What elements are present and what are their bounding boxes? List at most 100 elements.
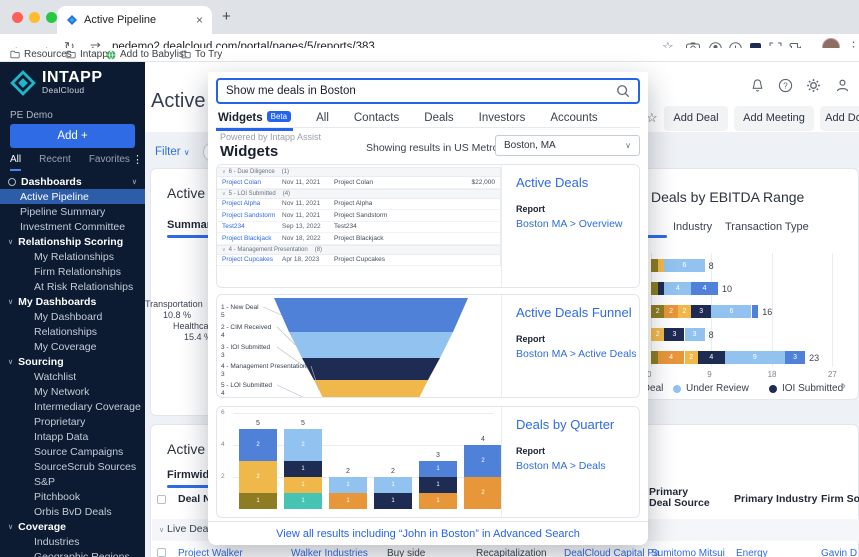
bar-segment[interactable] bbox=[651, 282, 658, 295]
filter-button[interactable]: Filter ∨ bbox=[155, 146, 190, 158]
row-checkbox[interactable] bbox=[157, 548, 166, 557]
search-tab-deals[interactable]: Deals bbox=[422, 112, 455, 128]
bar-segment[interactable]: 1 bbox=[419, 493, 457, 509]
sidebar-item-source-campaigns[interactable]: Source Campaigns bbox=[0, 444, 145, 459]
sidebar-tab-recent[interactable]: Recent bbox=[39, 154, 71, 171]
cell-primary-deal-source[interactable]: Sumitomo Mitsui bbox=[651, 548, 725, 557]
bar-segment[interactable] bbox=[651, 351, 658, 364]
sidebar-item-my-network[interactable]: My Network bbox=[0, 384, 145, 399]
legend-item-ioi-submitted[interactable]: IOI Submitted bbox=[769, 383, 843, 394]
cell-firm-source[interactable]: Gavin D bbox=[821, 548, 857, 557]
bar-segment[interactable]: 4 bbox=[664, 282, 692, 295]
add-button[interactable]: Add + bbox=[10, 124, 135, 148]
deal-link[interactable]: Project Colan bbox=[222, 179, 282, 186]
search-tab-contacts[interactable]: Contacts bbox=[352, 112, 401, 128]
search-tab-all[interactable]: All bbox=[314, 112, 331, 128]
bar-segment[interactable]: 4 bbox=[657, 351, 685, 364]
add-docs-button[interactable]: Add Docs bbox=[820, 106, 859, 131]
search-icon[interactable] bbox=[616, 84, 630, 98]
metro-area-select[interactable]: Boston, MA ∨ bbox=[495, 135, 640, 156]
report-breadcrumb-link[interactable]: Boston MA > Deals bbox=[516, 460, 639, 472]
deal-row[interactable]: Project Sandstorm Nov 11, 2021 Project San… bbox=[217, 210, 500, 222]
deal-row[interactable]: Project Cupcakes Apr 18, 2023 Project Cupc… bbox=[217, 255, 500, 266]
cell-company[interactable]: Walker Industries bbox=[291, 548, 368, 557]
sidebar-item-sourcing[interactable]: ∨ Sourcing bbox=[0, 354, 145, 369]
bar-segment[interactable] bbox=[657, 259, 665, 272]
bookmark-add-to-babylist[interactable]: Add to Babylist bbox=[106, 49, 187, 60]
table-group-header[interactable]: ∨ 6 - Due Diligence (1) bbox=[217, 167, 500, 177]
report-breadcrumb-link[interactable]: Boston MA > Overview bbox=[516, 218, 639, 230]
deal-link[interactable]: Project Sandstorm bbox=[222, 212, 282, 219]
sidebar-item-intapp-data[interactable]: Intapp Data bbox=[0, 429, 145, 444]
notifications-bell-icon[interactable] bbox=[750, 78, 765, 93]
search-tab-widgets[interactable]: Widgets Beta bbox=[216, 111, 294, 131]
bar-segment[interactable]: 2 bbox=[677, 305, 692, 318]
chevron-right-icon[interactable]: › bbox=[841, 377, 846, 394]
bookmark-resources[interactable]: Resources bbox=[10, 49, 72, 60]
mac-close-icon[interactable] bbox=[12, 12, 23, 23]
bar-segment[interactable]: 2 bbox=[664, 305, 678, 318]
bar-segment[interactable]: 2 bbox=[464, 445, 502, 477]
deal-link[interactable]: Project Blackjack bbox=[222, 235, 282, 242]
brand-logo[interactable]: INTAPP DealCloud bbox=[10, 70, 102, 96]
add-deal-button[interactable]: Add Deal bbox=[664, 106, 728, 131]
tab-close-icon[interactable]: × bbox=[196, 13, 203, 27]
bar-segment[interactable]: 3 bbox=[785, 351, 806, 364]
deal-link[interactable]: Project Cupcakes bbox=[222, 256, 282, 263]
mac-minimize-icon[interactable] bbox=[29, 12, 40, 23]
funnel-segment[interactable] bbox=[289, 332, 453, 358]
funnel-segment[interactable] bbox=[274, 298, 468, 332]
search-input[interactable]: Show me deals in Boston bbox=[216, 78, 640, 104]
widget-title-link[interactable]: Deals by Quarter bbox=[516, 417, 639, 432]
funnel-segment[interactable] bbox=[302, 358, 440, 380]
bar-segment[interactable]: 2 bbox=[684, 351, 698, 364]
select-all-checkbox[interactable] bbox=[157, 495, 166, 504]
bar-segment[interactable]: 3 bbox=[664, 328, 685, 341]
cell-deal-name[interactable]: Project Walker bbox=[178, 548, 243, 557]
widget-card-active-deals[interactable]: ∨ 6 - Due Diligence (1) Project Colan Nov 11… bbox=[216, 164, 640, 288]
widget-card-funnel[interactable]: 1 - New Deal 5 2 - CIM Received 4 3 - IOI Su… bbox=[216, 294, 640, 398]
bookmark-to-try[interactable]: To Try bbox=[181, 49, 222, 60]
bar-segment[interactable]: 1 bbox=[284, 493, 322, 509]
table-group-header[interactable]: ∨ 5 - LOI Submitted (4) bbox=[217, 188, 500, 199]
bar-segment[interactable]: 9 bbox=[724, 351, 785, 364]
bar-segment[interactable]: 1 bbox=[374, 477, 412, 493]
search-tab-accounts[interactable]: Accounts bbox=[548, 112, 599, 128]
new-tab-button[interactable]: + bbox=[222, 8, 231, 25]
sidebar-item-watchlist[interactable]: Watchlist bbox=[0, 369, 145, 384]
sidebar-item-industries[interactable]: Industries bbox=[0, 534, 145, 549]
sidebar-item-investment-committee[interactable]: Investment Committee bbox=[0, 219, 145, 234]
report-breadcrumb-link[interactable]: Boston MA > Active Deals bbox=[516, 348, 639, 360]
cell-primary-industry[interactable]: Energy bbox=[736, 548, 768, 557]
bar-segment[interactable]: 1 bbox=[284, 477, 322, 493]
bar-segment[interactable]: 1 bbox=[329, 493, 367, 509]
deal-link[interactable]: Test234 bbox=[222, 223, 282, 230]
deal-row[interactable]: Test234 Sep 13, 2022 Test234 bbox=[217, 222, 500, 233]
deal-row[interactable]: Project Blackjack Nov 18, 2022 Project Bla… bbox=[217, 233, 500, 245]
sidebar-item-geographic-regions[interactable]: Geographic Regions bbox=[0, 549, 145, 557]
widget-title-link[interactable]: Active Deals bbox=[516, 175, 639, 190]
bookmark-intapp[interactable]: Intapp bbox=[66, 49, 108, 60]
bar-segment[interactable]: 6 bbox=[664, 259, 705, 272]
bar-segment[interactable]: 1 bbox=[419, 477, 457, 493]
sidebar-item-orbis-bvd-deals[interactable]: Orbis BvD Deals bbox=[0, 504, 145, 519]
sidebar-item-at-risk-relationships[interactable]: At Risk Relationships bbox=[0, 279, 145, 294]
bar-segment[interactable]: 2 bbox=[464, 477, 502, 509]
sidebar-item-pipeline-summary[interactable]: Pipeline Summary bbox=[0, 204, 145, 219]
legend-item-under-review[interactable]: Under Review bbox=[673, 383, 749, 394]
bar-segment[interactable]: 3 bbox=[684, 328, 705, 341]
sidebar-item-intermediary-coverage[interactable]: Intermediary Coverage bbox=[0, 399, 145, 414]
deal-row[interactable]: Project Alpha Nov 11, 2021 Project Alpha bbox=[217, 199, 500, 210]
sidebar-item-my-dashboard[interactable]: My Dashboard bbox=[0, 309, 145, 324]
widget-card-quarter[interactable]: 2 4 6 1 2 2 5 1 1 1 2 5 1 1 2 1 1 2 1 1 1 3 2 2 4 Deals by Quart… bbox=[216, 406, 640, 518]
bar-segment[interactable]: 1 bbox=[284, 461, 322, 477]
bar-segment[interactable] bbox=[657, 282, 665, 295]
bar-segment[interactable] bbox=[751, 305, 759, 318]
table-group-header[interactable]: ∨ 4 - Management Presentation (8) bbox=[217, 244, 500, 255]
bar-segment[interactable]: 1 bbox=[329, 477, 367, 493]
help-icon[interactable]: ? bbox=[778, 78, 793, 93]
funnel-segment[interactable] bbox=[314, 380, 428, 397]
bar-segment[interactable]: 2 bbox=[239, 461, 277, 493]
search-tab-investors[interactable]: Investors bbox=[477, 112, 528, 128]
cell-fund[interactable]: DealCloud Capital Pa bbox=[564, 548, 660, 557]
